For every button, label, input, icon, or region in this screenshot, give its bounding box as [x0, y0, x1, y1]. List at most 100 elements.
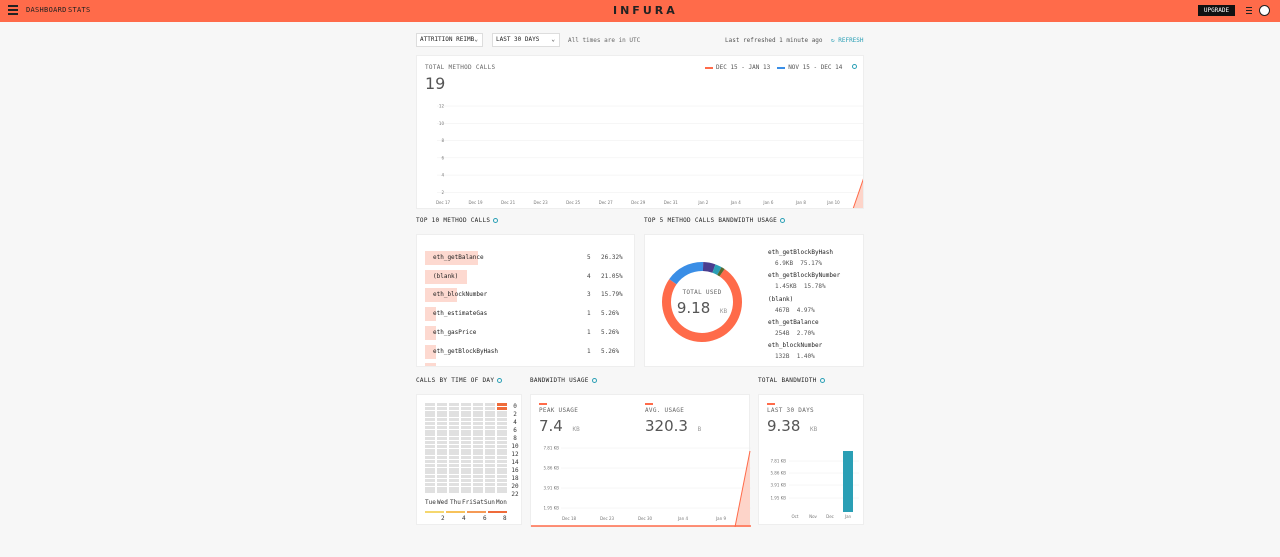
bandwidth-size: 1.45KB	[775, 283, 797, 291]
heatmap-cell	[473, 490, 483, 494]
method-row[interactable]: eth_blockNumber 3 15.79%	[425, 288, 630, 303]
peak-usage-label: PEAK USAGE	[539, 407, 579, 414]
donut-total-value: 9.18	[676, 299, 711, 317]
hour-label: 8	[513, 435, 517, 442]
legend-previous[interactable]: NOV 15 - DEC 14	[777, 64, 842, 71]
method-bar	[425, 363, 436, 366]
method-row[interactable]: eth_getBlockByNumber 1 5.26%	[425, 363, 630, 366]
heatmap-cell	[485, 406, 495, 410]
y-tick-label: 5.86 KB	[543, 466, 559, 471]
heatmap-cell	[437, 403, 447, 406]
info-icon[interactable]	[819, 378, 825, 383]
heatmap-cell	[461, 441, 471, 444]
heatmap-cell	[461, 429, 471, 433]
y-tick-label: 3.91 KB	[770, 483, 786, 488]
heatmap-cell	[461, 410, 471, 414]
x-tick-label: Jan 2	[697, 200, 708, 205]
bandwidth-item[interactable]: eth_blockNumber 132B 1.40%	[768, 342, 822, 360]
day-label: Sun	[484, 499, 495, 506]
nav-stats[interactable]: STATS	[68, 6, 91, 14]
top5-bw-title: TOP 5 METHOD CALLS BANDWIDTH USAGE	[644, 217, 786, 224]
x-tick-label: Dec 18	[562, 516, 577, 521]
total-bandwidth-title: TOTAL BANDWIDTH	[758, 377, 825, 384]
heatmap-cell	[449, 403, 459, 406]
heatmap-cell	[449, 448, 459, 452]
peak-swatch	[539, 403, 547, 405]
menu-icon[interactable]	[8, 5, 18, 16]
heatmap-cell	[497, 444, 507, 448]
avatar-icon[interactable]	[1259, 5, 1270, 16]
heatmap-cell	[473, 463, 483, 467]
heatmap-cell	[485, 467, 495, 471]
method-row[interactable]: (blank) 4 21.05%	[425, 269, 630, 284]
scale-label: 8	[503, 515, 507, 522]
heatmap-cell	[473, 456, 483, 460]
info-icon[interactable]	[780, 218, 786, 223]
total-calls-card: TOTAL METHOD CALLS 19 DEC 15 - JAN 13 NO…	[416, 55, 864, 209]
scale-swatch	[425, 511, 444, 513]
total-bandwidth-period: LAST 30 DAYS	[767, 407, 814, 414]
infura-logo[interactable]: INFURA	[613, 4, 678, 17]
bandwidth-item[interactable]: eth_getBlockByHash 6.9KB 75.17%	[768, 249, 833, 267]
bandwidth-item[interactable]: (blank) 467B 4.97%	[768, 296, 815, 314]
upgrade-button[interactable]: UPGRADE	[1198, 5, 1235, 16]
heatmap-cell	[473, 425, 483, 429]
heatmap-cell	[425, 467, 435, 471]
scale-swatch	[446, 511, 465, 513]
last-refreshed: Last refreshed 1 minute ago	[725, 37, 823, 44]
heatmap-cell	[473, 482, 483, 486]
info-icon[interactable]	[852, 64, 858, 69]
heatmap-cell	[473, 444, 483, 448]
heatmap-cell	[425, 422, 435, 425]
total-bandwidth-unit: KB	[810, 426, 818, 433]
heatmap-cell	[437, 460, 447, 463]
bandwidth-percent: 1.40%	[796, 353, 815, 361]
hour-label: 6	[513, 427, 517, 434]
total-calls-label: TOTAL METHOD CALLS	[425, 64, 496, 71]
heatmap-cell	[425, 410, 435, 414]
method-row[interactable]: eth_getBalance 5 26.32%	[425, 251, 630, 265]
method-row[interactable]: eth_gasPrice 1 5.26%	[425, 325, 630, 340]
heatmap-cell	[425, 406, 435, 410]
heatmap-cell	[437, 471, 447, 475]
range-select[interactable]: LAST 30 DAYS ⌄	[492, 33, 560, 47]
chevron-down-icon: ⌄	[474, 36, 478, 43]
heatmap-cell	[449, 486, 459, 490]
hour-labels: 0 2 4 6 8 10 12 14 16 18 20 22	[511, 403, 519, 499]
refresh-button[interactable]: ↻ REFRESH	[831, 37, 864, 44]
heatmap-cell	[461, 433, 471, 437]
bandwidth-size: 6.9KB	[775, 260, 794, 267]
bandwidth-method-stats: 1.45KB 15.78%	[768, 283, 840, 290]
method-percent: 5.26%	[601, 310, 620, 318]
legend-current[interactable]: DEC 15 - JAN 13	[705, 64, 770, 71]
x-tick-label: Dec 23	[600, 516, 615, 521]
scale-swatch	[467, 511, 486, 513]
heatmap-cell	[425, 437, 435, 441]
x-tick-label: Dec 30	[638, 516, 653, 521]
heatmap-cell	[497, 414, 507, 418]
method-row[interactable]: eth_getBlockByHash 1 5.26%	[425, 344, 630, 359]
method-row[interactable]: eth_estimateGas 1 5.26%	[425, 307, 630, 322]
bandwidth-item[interactable]: eth_getBlockByNumber 1.45KB 15.78%	[768, 272, 840, 290]
hamburger-icon[interactable]	[1246, 7, 1252, 16]
info-icon[interactable]	[493, 218, 499, 223]
info-icon[interactable]	[497, 378, 503, 383]
heatmap-cell	[461, 490, 471, 494]
total-calls-value: 19	[425, 74, 446, 93]
bandwidth-method-stats: 254B 2.70%	[768, 330, 819, 337]
hour-label: 14	[511, 459, 519, 466]
avg-usage-value: 320.3	[645, 417, 688, 435]
info-icon[interactable]	[591, 378, 597, 383]
chevron-down-icon: ⌄	[551, 36, 555, 43]
day-label: Wed	[437, 499, 448, 506]
total-bandwidth-title-text: TOTAL BANDWIDTH	[758, 377, 817, 384]
heatmap-cell	[485, 456, 495, 460]
bandwidth-item[interactable]: eth_getBalance 254B 2.70%	[768, 319, 819, 337]
refresh-label: REFRESH	[838, 37, 864, 44]
heatmap-cell	[473, 433, 483, 437]
nav-dashboard[interactable]: DASHBOARD	[26, 6, 67, 14]
heatmap-cell	[449, 490, 459, 494]
project-select[interactable]: ATTRITION REIMB ⌄	[416, 33, 483, 47]
heatmap-cell	[437, 490, 447, 494]
y-tick-label: 12	[439, 104, 445, 109]
